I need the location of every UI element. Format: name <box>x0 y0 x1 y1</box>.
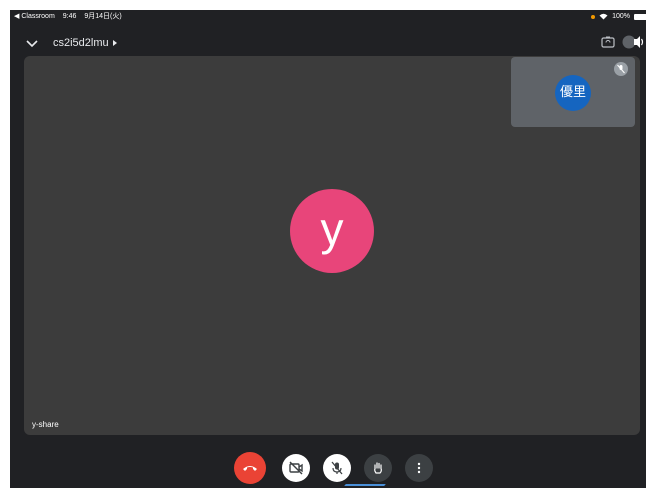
call-controls <box>10 452 646 484</box>
end-call-button[interactable] <box>234 452 266 484</box>
self-avatar: 優里 <box>555 75 591 111</box>
mic-toggle-button[interactable] <box>323 454 351 482</box>
status-date: 9月14日(火) <box>84 13 122 20</box>
camera-switch-icon[interactable] <box>600 34 616 50</box>
status-bar: ◀ Classroom 9:46 9月14日(火) 100% <box>10 10 646 23</box>
home-indicator[interactable] <box>344 484 386 486</box>
meet-screen: ◀ Classroom 9:46 9月14日(火) 100% cs2i5d2lm… <box>10 10 646 488</box>
caret-right-icon <box>112 40 117 46</box>
recording-dot-icon <box>591 14 596 19</box>
camera-toggle-button[interactable] <box>282 454 310 482</box>
camera-off-icon <box>289 461 303 475</box>
meeting-code-button[interactable]: cs2i5d2lmu <box>53 35 117 51</box>
mic-off-icon <box>331 461 343 475</box>
wifi-icon <box>599 13 608 20</box>
back-to-app-link[interactable]: ◀ Classroom <box>14 13 55 20</box>
chevron-down-icon[interactable] <box>24 35 40 51</box>
phone-hangup-icon <box>243 466 257 471</box>
status-time: 9:46 <box>62 13 77 20</box>
hand-icon <box>374 462 382 474</box>
battery-icon <box>634 13 646 20</box>
meeting-code: cs2i5d2lmu <box>53 37 109 49</box>
raise-hand-button[interactable] <box>364 454 392 482</box>
status-left: ◀ Classroom 9:46 9月14日(火) <box>14 10 128 23</box>
speaker-icon[interactable] <box>622 33 644 51</box>
main-participant-name: y-share <box>32 420 59 429</box>
status-right: 100% <box>591 10 646 23</box>
main-participant-avatar: y <box>290 189 374 273</box>
mic-off-icon <box>614 62 628 76</box>
more-vert-icon <box>417 462 421 474</box>
top-bar: cs2i5d2lmu <box>10 32 646 56</box>
more-options-button[interactable] <box>405 454 433 482</box>
battery-percent: 100% <box>612 13 630 20</box>
self-view-tile[interactable]: 優里 <box>511 57 635 127</box>
